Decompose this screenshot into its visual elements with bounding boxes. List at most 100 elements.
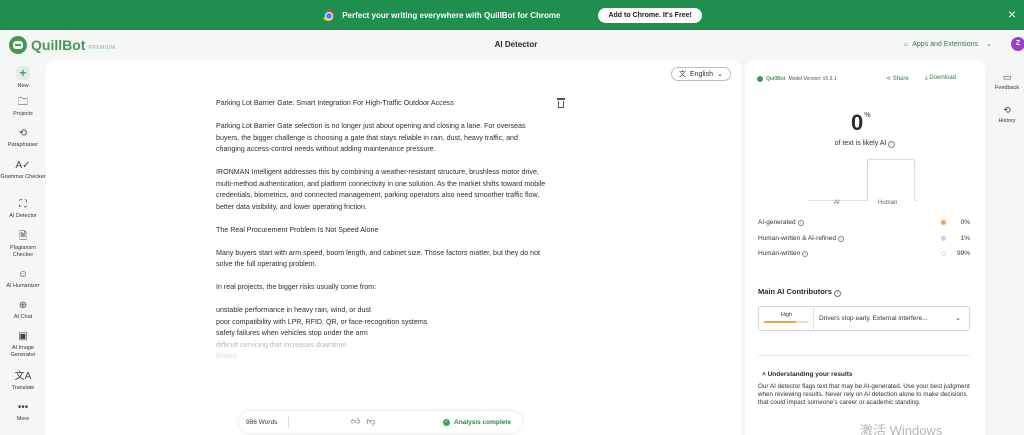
- banner-text: Perfect your writing everywhere with Qui…: [342, 10, 561, 20]
- quillbot-logo-icon: [757, 76, 763, 82]
- document-text[interactable]: Parking Lot Barrier Gate: Smart Integrat…: [216, 98, 546, 363]
- paragraph: Parking Lot Barrier Gate selection is no…: [216, 122, 526, 153]
- left-sidebar: + New 🗀 Projects ⟲ Paraphraser A✓ Gramma…: [0, 60, 46, 435]
- analysis-status-label: Analysis complete: [454, 418, 512, 426]
- legend-dot: [941, 220, 946, 225]
- sidebar-item-new[interactable]: + New: [0, 66, 46, 90]
- download-button[interactable]: ⤓ Download: [925, 75, 956, 82]
- info-icon[interactable]: i: [888, 141, 896, 148]
- metric-human-written: Human-written i 99%: [758, 250, 970, 257]
- share-button[interactable]: ⋖ Share: [886, 75, 909, 82]
- main-ai-contributors-title: Main AI Contributors i: [758, 287, 841, 297]
- sidebar-item-ai-chat[interactable]: ⊕ AI Chat: [0, 300, 46, 321]
- spellcheck-icon: A✓: [15, 160, 31, 171]
- share-label: Share: [892, 76, 909, 82]
- sidebar-item-plagiarism-checker[interactable]: 🗎 Plagiarism Checker: [0, 231, 46, 259]
- contributor-dropdown[interactable]: High Drivers stop early. External interf…: [758, 306, 970, 331]
- translate-icon: 文A: [14, 371, 32, 382]
- feedback-button[interactable]: ▭ Feedback: [990, 72, 1024, 91]
- contributor-text: Drivers stop early. External interfere..…: [819, 315, 928, 322]
- legend-dot: [941, 236, 946, 241]
- contributor-level-label: High: [780, 312, 793, 318]
- analysis-status: ✓ Analysis complete: [443, 418, 512, 426]
- chat-icon: ⊕: [18, 300, 28, 311]
- chevron-down-icon: ⌄: [955, 315, 961, 322]
- paragraph: Parking Lot Barrier Gate: Smart Integrat…: [216, 99, 454, 107]
- apps-label: Apps and Extensions: [912, 40, 978, 48]
- word-count: 986 Words: [246, 418, 278, 426]
- metric-label: Human-written: [758, 250, 801, 257]
- app-header: QuillBot PREMIUM AI Detector ⌂ Apps and …: [0, 30, 1024, 60]
- history-icon: ⟲: [1003, 105, 1011, 115]
- score-label-text: of text is likely AI: [834, 140, 887, 147]
- metric-label: AI-generated: [758, 219, 796, 226]
- thumbs-down-icon[interactable]: 👎︎: [366, 416, 375, 427]
- sidebar-item-paraphraser[interactable]: ⟲ Paraphraser: [0, 128, 46, 149]
- sidebar-item-translate[interactable]: 文A Translate: [0, 371, 46, 392]
- chevron-down-icon: ⌄: [716, 71, 723, 78]
- list-item: poor compatibility with LPR, RFID, QR, o…: [216, 317, 428, 326]
- sidebar-item-projects[interactable]: 🗀 Projects: [0, 97, 46, 118]
- info-icon[interactable]: i: [838, 236, 845, 242]
- model-version: Model Version: v5.9.1: [788, 76, 837, 82]
- apps-icon: ⌂: [904, 40, 909, 48]
- document-check-icon: 🗎: [18, 231, 28, 242]
- info-icon[interactable]: i: [802, 251, 809, 257]
- add-to-chrome-button[interactable]: Add to Chrome. It's Free!: [598, 7, 702, 23]
- metric-value: 1%: [960, 235, 970, 242]
- sidebar-item-label: Plagiarism Checker: [10, 245, 36, 258]
- humanizer-icon: ☺: [17, 269, 29, 280]
- sidebar-item-label: Translate: [11, 385, 35, 391]
- more-icon: •••: [17, 402, 29, 413]
- history-button[interactable]: ⟲ History: [990, 105, 1024, 124]
- metric-label: Human-written & AI-refined: [758, 235, 837, 242]
- results-panel: QuillBot Model Version: v5.9.1 ⋖ Share ⤓…: [745, 60, 985, 435]
- language-selector[interactable]: 文 English ⌄: [671, 67, 731, 81]
- chrome-promo-banner: Perfect your writing everywhere with Qui…: [0, 0, 1024, 30]
- sidebar-item-ai-humanizer[interactable]: ☺ AI Humanizer: [0, 269, 46, 290]
- feedback-label: Feedback: [994, 85, 1020, 91]
- understanding-results-toggle[interactable]: ˄ Understanding your results: [762, 371, 852, 378]
- cycle-icon: ⟲: [18, 128, 28, 139]
- close-icon[interactable]: ×: [1008, 6, 1016, 22]
- ai-score-unit: %: [864, 112, 871, 119]
- paragraph: The Real Procurement Problem Is Not Spee…: [216, 225, 379, 234]
- windows-activation-watermark: 激活 Windows: [860, 423, 943, 435]
- info-icon[interactable]: i: [797, 220, 804, 226]
- avatar[interactable]: Z: [1011, 37, 1024, 51]
- ai-score-value: 0: [851, 110, 864, 135]
- metric-value: 0%: [960, 219, 970, 226]
- scan-icon: ⛶: [19, 199, 27, 210]
- list-item: unstable performance in heavy rain, wind…: [216, 306, 371, 314]
- info-icon[interactable]: i: [833, 290, 841, 297]
- feedback-icon: ▭: [1002, 72, 1012, 82]
- understanding-title-text: Understanding your results: [767, 371, 853, 378]
- list-item: safety failures when vehicles stop under…: [216, 329, 368, 337]
- results-brand: QuillBot: [766, 76, 786, 82]
- sidebar-item-label: AI Chat: [13, 314, 33, 320]
- sidebar-item-label: AI Image Generator: [10, 345, 36, 358]
- trash-icon[interactable]: [557, 98, 565, 108]
- translate-icon: 文: [679, 71, 686, 78]
- page-title: AI Detector: [494, 40, 538, 49]
- sidebar-item-ai-image-generator[interactable]: ▣ AI Image Generator: [0, 331, 46, 359]
- image-icon: ▣: [18, 331, 28, 342]
- sidebar-item-label: AI Detector: [9, 213, 37, 219]
- ai-score: 0%: [851, 110, 870, 136]
- right-toolbar: ▭ Feedback ⟲ History: [990, 60, 1024, 435]
- folder-icon: 🗀: [18, 97, 28, 108]
- model-info: QuillBot Model Version: v5.9.1: [757, 76, 837, 82]
- sidebar-item-more[interactable]: ••• More: [0, 402, 46, 423]
- contributor-level: High: [759, 307, 814, 330]
- sidebar-item-grammar-checker[interactable]: A✓ Grammar Checker: [0, 160, 46, 181]
- chart-label-human: Human: [878, 200, 898, 206]
- understanding-text: Our AI detector flags text that may be A…: [758, 383, 970, 407]
- score-label: of text is likely AI i: [745, 140, 985, 148]
- download-icon: ⤓: [925, 75, 928, 81]
- thumbs-up-icon[interactable]: 👍︎: [351, 416, 360, 427]
- metric-value: 99%: [956, 250, 970, 257]
- sidebar-item-ai-detector[interactable]: ⛶ AI Detector: [0, 199, 46, 220]
- metric-human-ai-refined: Human-written & AI-refined i 1%: [758, 235, 970, 242]
- sidebar-item-label: Paraphraser: [7, 142, 39, 148]
- apps-and-extensions-button[interactable]: ⌂ Apps and Extensions ⌄: [904, 40, 992, 49]
